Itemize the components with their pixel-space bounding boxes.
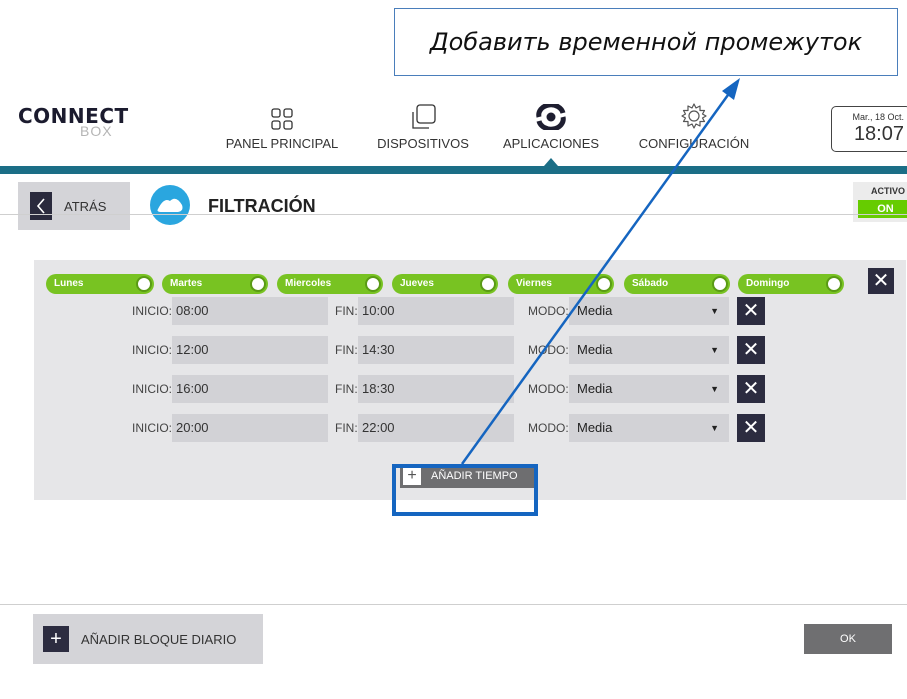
mode-value: Media xyxy=(577,342,613,357)
date-text: Mar., 18 Oct. xyxy=(852,112,904,122)
start-label: INICIO: xyxy=(132,304,173,318)
end-label: FIN: xyxy=(335,421,358,435)
mode-label: MODO: xyxy=(528,304,569,318)
day-toggle-lunes[interactable]: Lunes xyxy=(46,274,154,294)
day-toggle-miercoles[interactable]: Miercoles xyxy=(277,274,383,294)
day-toggle-jueves[interactable]: Jueves xyxy=(392,274,498,294)
nav-label: CONFIGURACIÓN xyxy=(638,136,750,151)
day-toggle-viernes[interactable]: Viernes xyxy=(508,274,614,294)
filtration-app-icon xyxy=(150,185,190,225)
mode-label: MODO: xyxy=(528,382,569,396)
mode-select[interactable]: Media ▼ xyxy=(569,414,729,442)
close-icon: ✕ xyxy=(742,378,760,400)
footer-divider xyxy=(0,604,907,605)
day-toggle-martes[interactable]: Martes xyxy=(162,274,268,294)
mode-label: MODO: xyxy=(528,343,569,357)
mode-select[interactable]: Media ▼ xyxy=(569,297,729,325)
close-icon: ✕ xyxy=(742,300,760,322)
chevron-down-icon: ▼ xyxy=(710,384,719,394)
day-label: Martes xyxy=(170,278,203,289)
time-text: 18:07 xyxy=(853,123,904,145)
mode-value: Media xyxy=(577,303,613,318)
nav-label: DISPOSITIVOS xyxy=(377,136,469,151)
applications-icon xyxy=(536,104,566,130)
start-label: INICIO: xyxy=(132,421,173,435)
top-header: CONNECT BOX PANEL PRINCIPAL DISPOSITIVOS… xyxy=(0,84,907,174)
delete-row-button[interactable]: ✕ xyxy=(737,375,765,403)
mode-select[interactable]: Media ▼ xyxy=(569,336,729,364)
date-time-display: Mar., 18 Oct. 18:07 xyxy=(831,106,907,152)
day-label: Viernes xyxy=(516,278,552,289)
end-label: FIN: xyxy=(335,382,358,396)
end-label: FIN: xyxy=(335,304,358,318)
start-time-input[interactable]: 20:00 xyxy=(172,414,328,442)
close-icon: ✕ xyxy=(742,339,760,361)
callout-text: Добавить временной промежуток xyxy=(429,28,863,56)
day-label: Lunes xyxy=(54,278,84,289)
day-label: Miercoles xyxy=(285,278,332,289)
delete-block-button[interactable]: ✕ xyxy=(868,268,894,294)
back-button-label: ATRÁS xyxy=(64,198,107,214)
nav-configuracion[interactable]: CONFIGURACIÓN xyxy=(626,84,762,158)
add-block-label: AÑADIR BLOQUE DIARIO xyxy=(81,631,237,647)
close-icon: ✕ xyxy=(872,270,890,292)
day-toggle-sabado[interactable]: Sábado xyxy=(624,274,730,294)
end-time-input[interactable]: 18:30 xyxy=(358,375,514,403)
nav-dispositivos[interactable]: DISPOSITIVOS xyxy=(368,84,478,158)
add-daily-block-button[interactable]: + AÑADIR BLOQUE DIARIO xyxy=(33,614,263,664)
mode-select[interactable]: Media ▼ xyxy=(569,375,729,403)
nav-aplicaciones[interactable]: APLICACIONES xyxy=(496,84,606,166)
back-button[interactable]: ATRÁS xyxy=(18,182,130,230)
mode-label: MODO: xyxy=(528,421,569,435)
nav-label: APLICACIONES xyxy=(502,136,600,151)
start-time-input[interactable]: 08:00 xyxy=(172,297,328,325)
start-label: INICIO: xyxy=(132,382,173,396)
status-label: ACTIVO xyxy=(870,186,905,196)
logo: CONNECT BOX xyxy=(18,106,129,138)
nav-label: PANEL PRINCIPAL xyxy=(225,136,339,151)
highlight-box xyxy=(392,464,538,516)
delete-row-button[interactable]: ✕ xyxy=(737,297,765,325)
delete-row-button[interactable]: ✕ xyxy=(737,414,765,442)
start-time-input[interactable]: 12:00 xyxy=(172,336,328,364)
chevron-down-icon: ▼ xyxy=(710,423,719,433)
mode-value: Media xyxy=(577,420,613,435)
status-panel: ACTIVO ON xyxy=(853,182,907,222)
day-label: Domingo xyxy=(746,278,790,289)
end-time-input[interactable]: 14:30 xyxy=(358,336,514,364)
grid-icon xyxy=(271,108,293,130)
nav-accent-bar xyxy=(0,166,907,174)
mode-value: Media xyxy=(577,381,613,396)
end-label: FIN: xyxy=(335,343,358,357)
chevron-down-icon: ▼ xyxy=(710,345,719,355)
app-window: CONNECT BOX PANEL PRINCIPAL DISPOSITIVOS… xyxy=(0,84,907,699)
nav-panel-principal[interactable]: PANEL PRINCIPAL xyxy=(222,84,342,158)
devices-icon xyxy=(412,104,436,129)
section-divider xyxy=(0,214,907,215)
plus-icon: + xyxy=(43,626,69,652)
chevron-left-icon xyxy=(30,192,52,220)
end-time-input[interactable]: 10:00 xyxy=(358,297,514,325)
close-icon: ✕ xyxy=(742,417,760,439)
day-toggle-domingo[interactable]: Domingo xyxy=(738,274,844,294)
end-time-input[interactable]: 22:00 xyxy=(358,414,514,442)
day-label: Jueves xyxy=(400,278,434,289)
delete-row-button[interactable]: ✕ xyxy=(737,336,765,364)
chevron-down-icon: ▼ xyxy=(710,306,719,316)
status-toggle[interactable]: ON xyxy=(858,200,907,218)
start-time-input[interactable]: 16:00 xyxy=(172,375,328,403)
start-label: INICIO: xyxy=(132,343,173,357)
day-label: Sábado xyxy=(632,278,669,289)
ok-button[interactable]: OK xyxy=(804,624,892,654)
annotation-callout: Добавить временной промежуток xyxy=(394,8,898,76)
gear-icon xyxy=(681,103,707,129)
